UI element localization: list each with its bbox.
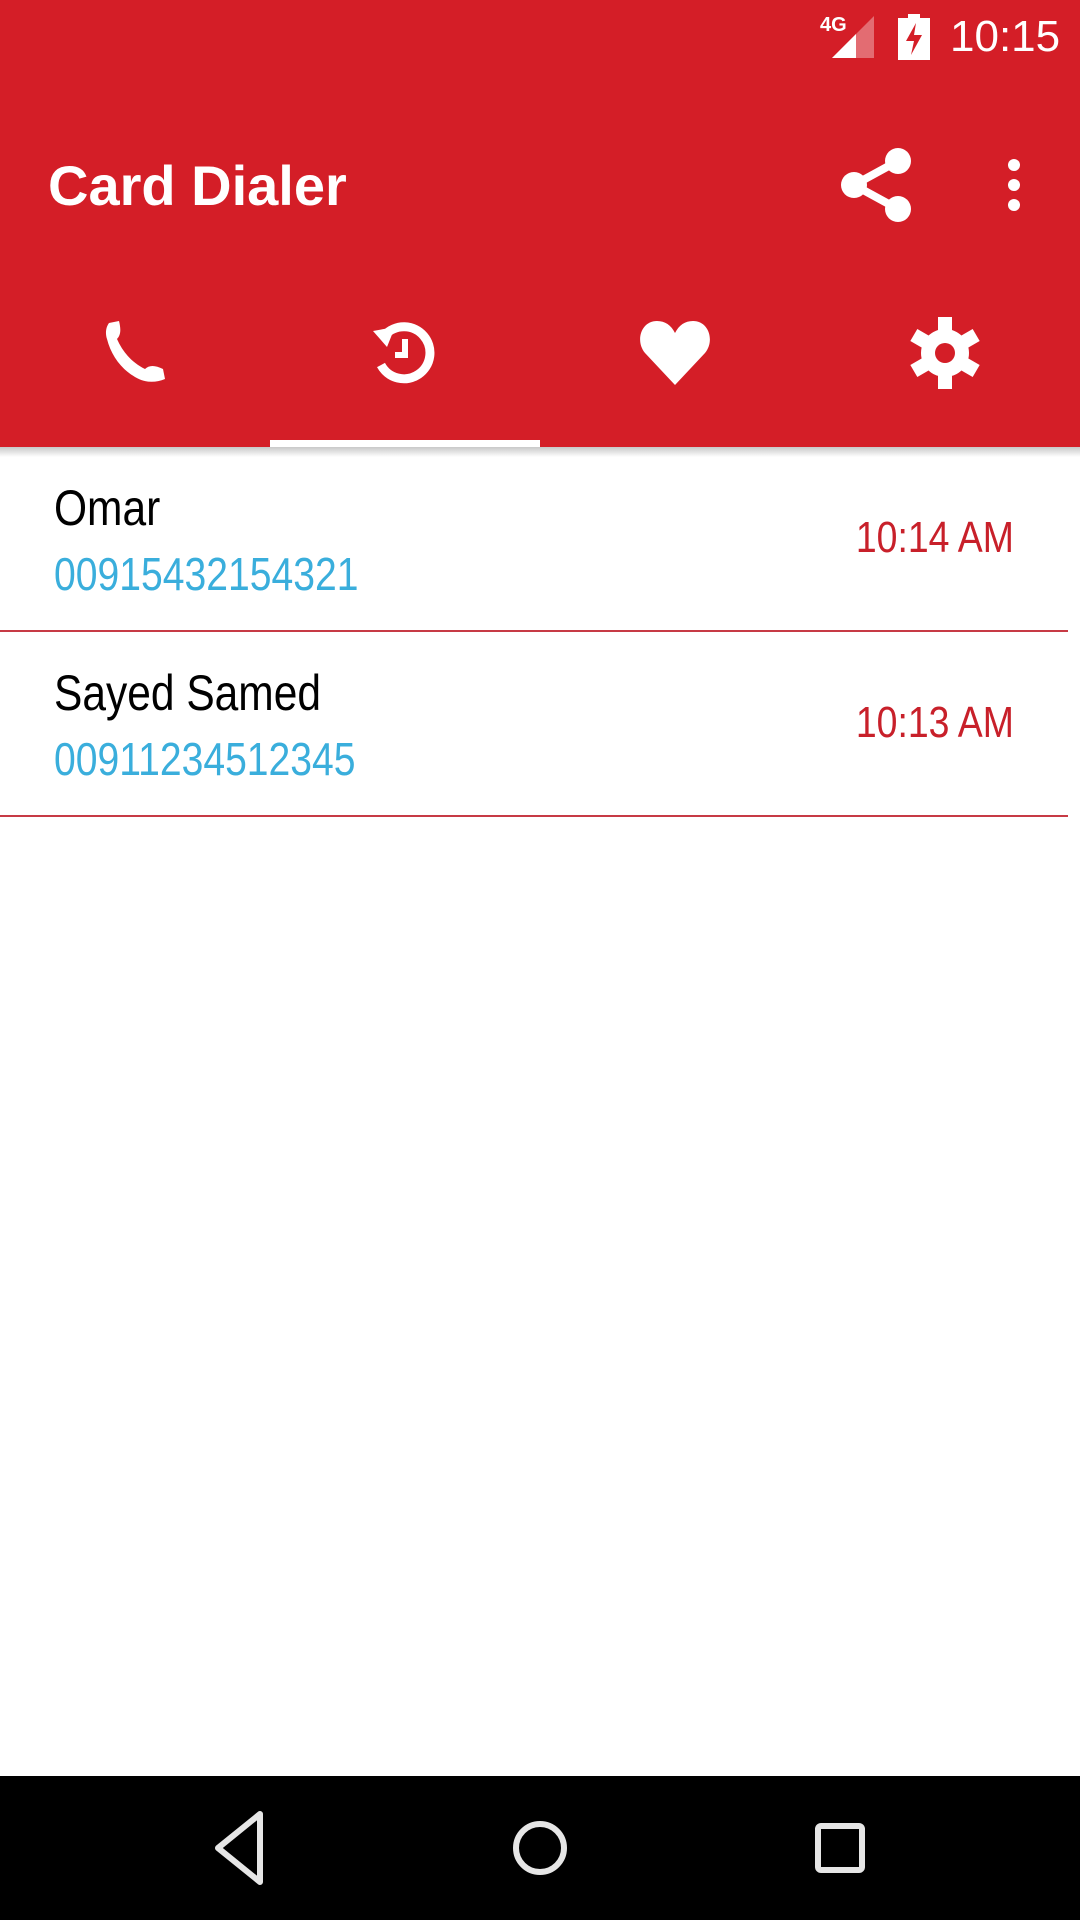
list-item[interactable]: Sayed Samed 00911234512345 10:13 AM xyxy=(0,632,1068,817)
history-icon xyxy=(373,322,435,384)
gear-icon xyxy=(910,317,980,389)
navigation-bar xyxy=(0,1776,1080,1920)
active-tab-indicator xyxy=(270,440,540,447)
contact-number: 00915432154321 xyxy=(54,548,359,600)
status-bar: 4G 10:15 xyxy=(0,0,1080,75)
tab-call[interactable]: Call xyxy=(0,275,270,497)
list-item[interactable]: Omar 00915432154321 10:14 AM xyxy=(0,447,1068,632)
app-bar: Card Dialer Call History Favourites Sett… xyxy=(0,75,1080,497)
tab-favourites[interactable]: Favourites xyxy=(540,275,810,497)
tab-history[interactable]: History xyxy=(270,275,540,497)
heart-icon xyxy=(640,321,710,385)
app-title: Card Dialer xyxy=(48,154,347,217)
call-time: 10:13 AM xyxy=(855,698,1014,747)
app-bar-shadow xyxy=(0,447,1080,457)
status-time: 10:15 xyxy=(950,12,1061,61)
tab-bar: Call History Favourites Settings xyxy=(0,275,1080,497)
battery-charging-icon xyxy=(898,14,930,60)
phone-icon xyxy=(105,321,165,382)
history-list: Omar 00915432154321 10:14 AM Sayed Samed… xyxy=(0,447,1080,817)
contact-name: Sayed Samed xyxy=(54,665,321,721)
back-icon[interactable] xyxy=(190,1798,290,1898)
signal-icon xyxy=(832,16,874,58)
tab-settings[interactable]: Settings xyxy=(810,275,1080,497)
more-vert-icon[interactable] xyxy=(995,155,1033,215)
share-icon[interactable] xyxy=(836,145,916,225)
recents-icon[interactable] xyxy=(790,1798,890,1898)
contact-number: 00911234512345 xyxy=(54,733,356,785)
contact-name: Omar xyxy=(54,480,161,536)
home-icon[interactable] xyxy=(490,1798,590,1898)
call-time: 10:14 AM xyxy=(855,513,1014,562)
